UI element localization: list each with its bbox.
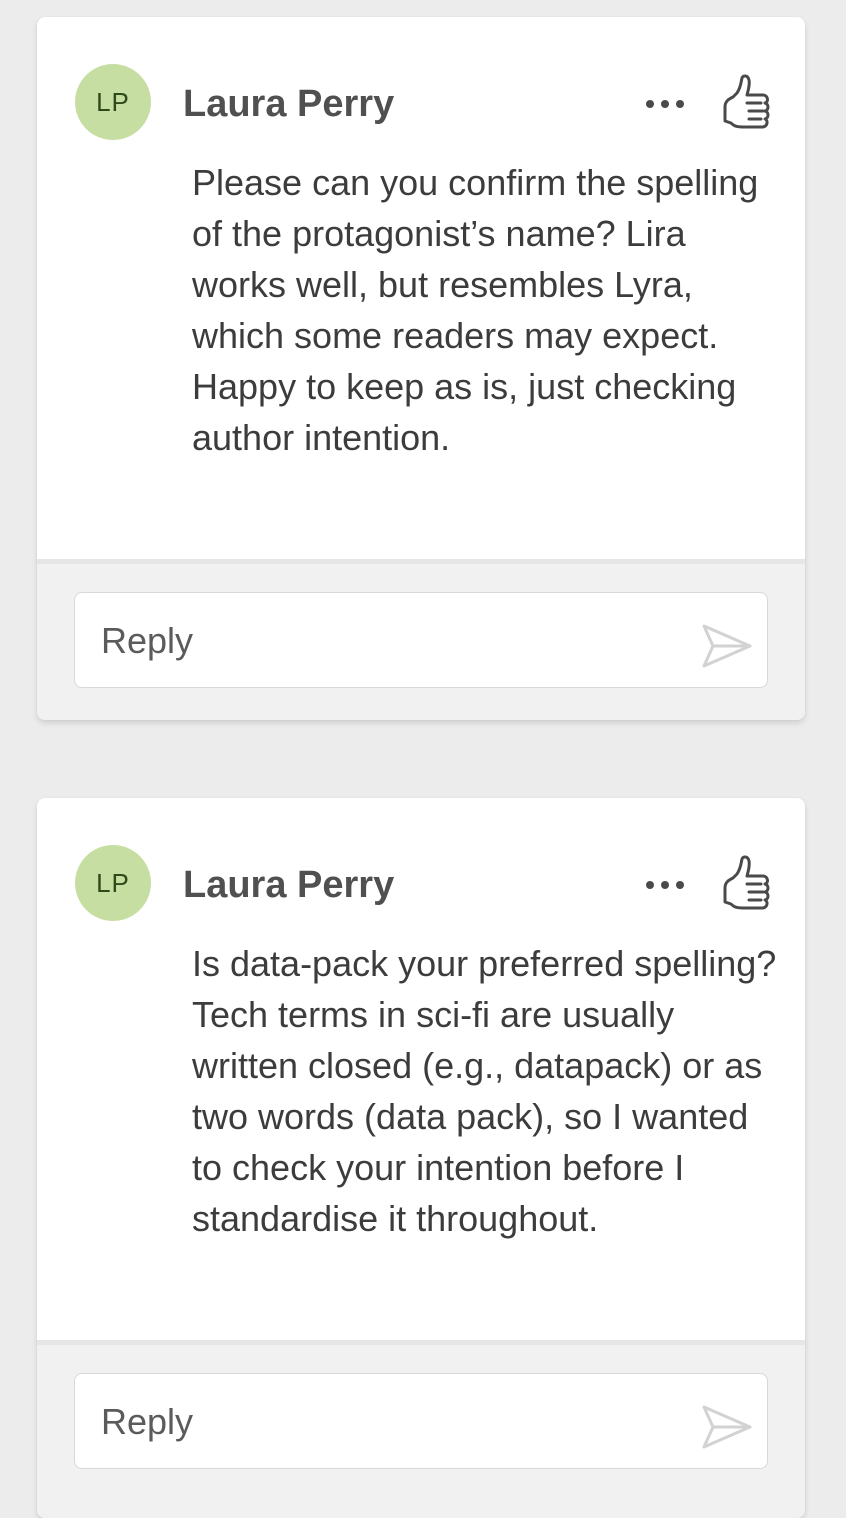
reply-input[interactable] <box>99 1374 683 1470</box>
send-icon[interactable] <box>701 1404 753 1450</box>
reply-box[interactable] <box>74 592 768 689</box>
reply-input[interactable] <box>99 593 683 689</box>
ellipsis-dot <box>661 881 669 889</box>
ellipsis-dot <box>646 881 654 889</box>
send-icon[interactable] <box>701 623 753 669</box>
comment-text: Is data-pack your preferred spelling? Te… <box>192 943 777 1239</box>
ellipsis-dot <box>646 100 654 108</box>
ellipsis-dot <box>676 881 684 889</box>
comment-text: Please can you confirm the spelling of t… <box>192 162 759 458</box>
ellipsis-dot <box>661 100 669 108</box>
comment-author: Laura Perry <box>183 864 395 906</box>
reply-area <box>37 559 805 720</box>
thumbs-up-icon[interactable] <box>721 73 775 135</box>
thumbs-up-icon[interactable] <box>721 854 775 916</box>
comment-card: LP Laura Perry Is data-pack your preferr… <box>37 798 805 1518</box>
more-options-button[interactable] <box>635 870 695 900</box>
reply-box[interactable] <box>74 1373 768 1470</box>
avatar: LP <box>75 64 151 140</box>
ellipsis-dot <box>676 100 684 108</box>
reply-area <box>37 1340 805 1518</box>
avatar: LP <box>75 845 151 921</box>
comment-card: LP Laura Perry Please can you confirm th… <box>37 17 805 720</box>
more-options-button[interactable] <box>635 89 695 119</box>
comment-author: Laura Perry <box>183 83 395 125</box>
